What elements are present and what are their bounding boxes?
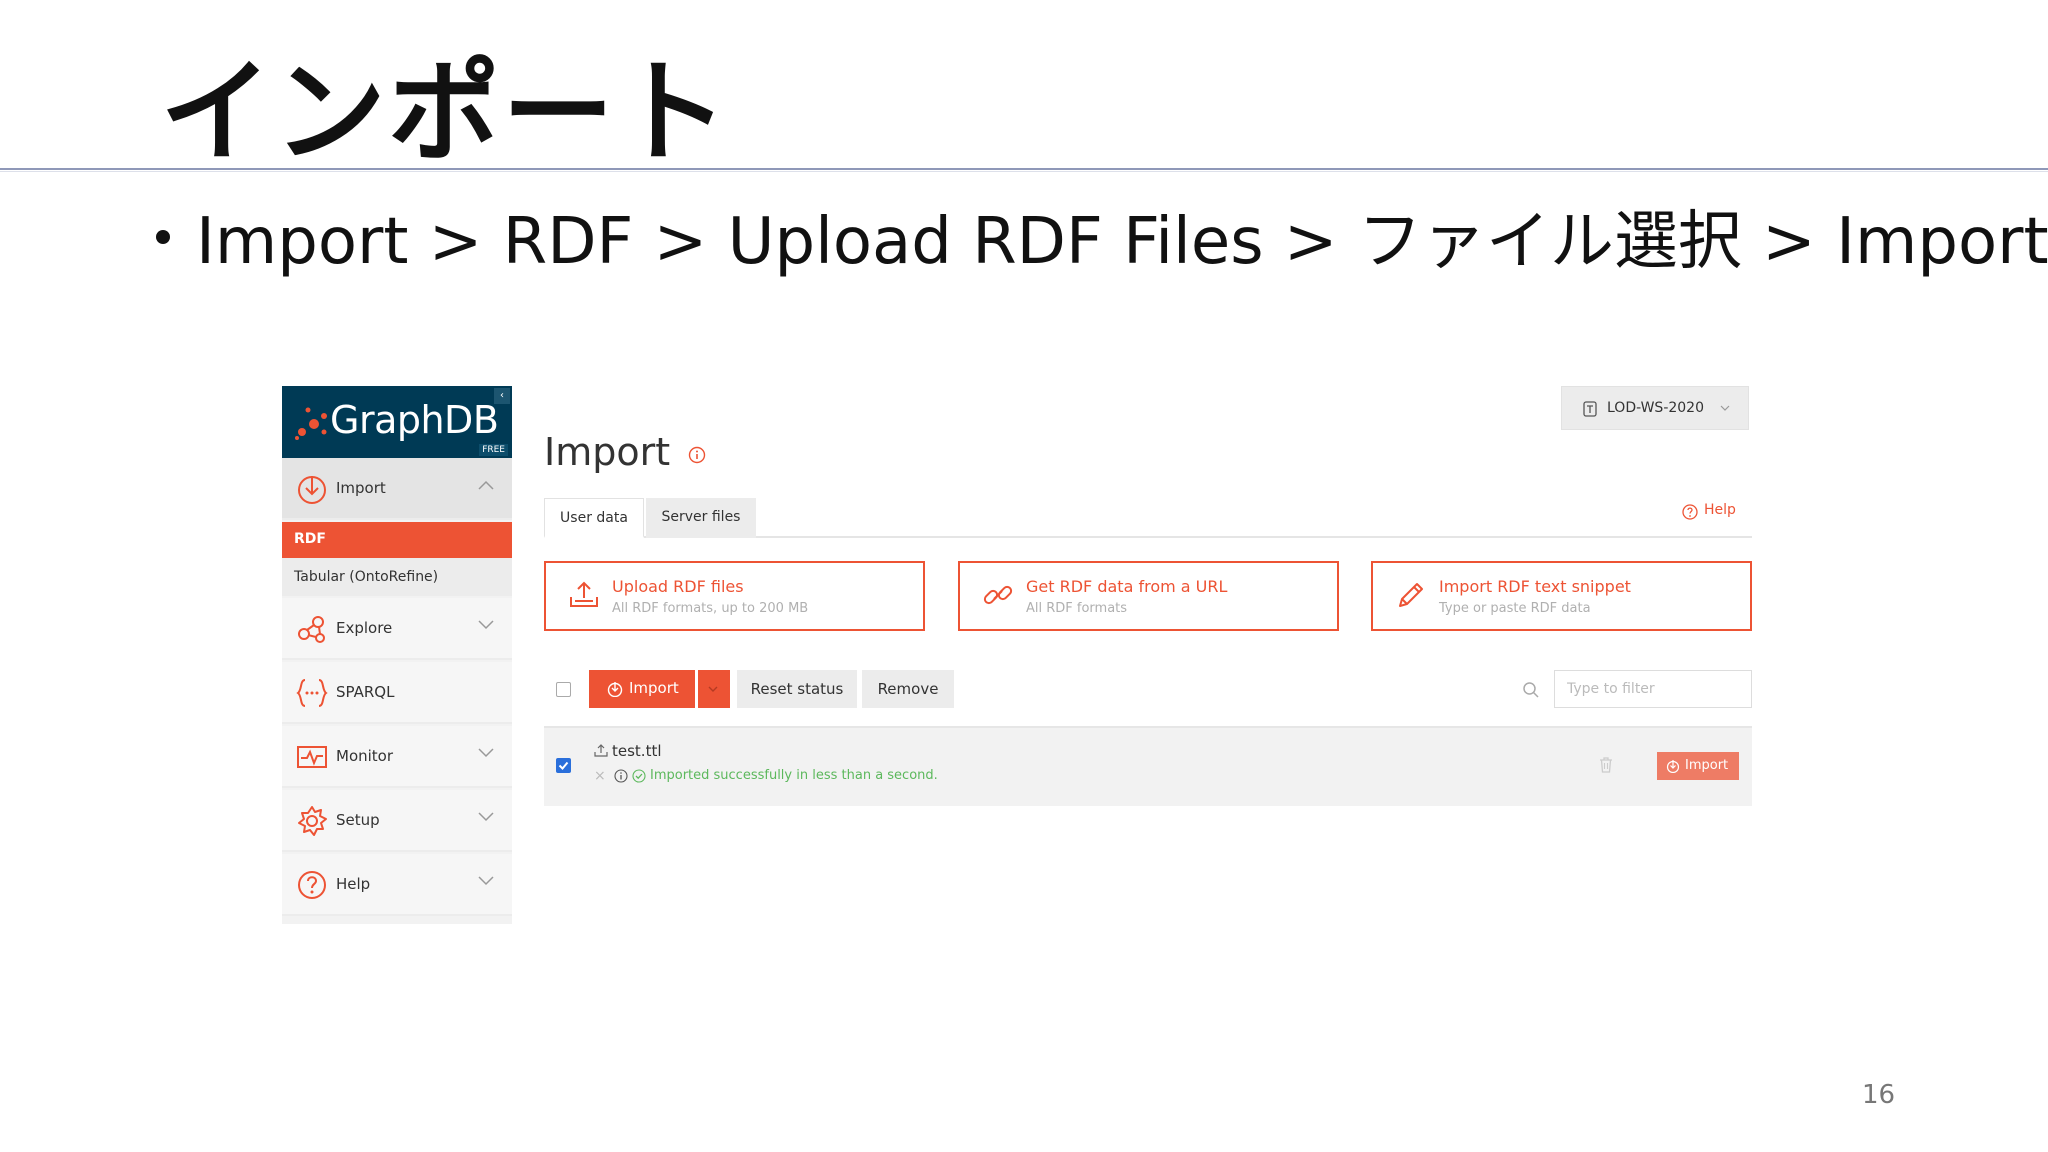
- reset-status-button[interactable]: Reset status: [737, 670, 857, 708]
- sidebar-item-label: Explore: [336, 619, 393, 637]
- file-status: × Imported successfully in less than a s…: [594, 768, 938, 784]
- slide-title: インポート: [160, 48, 730, 178]
- title-divider-shadow: [0, 171, 2048, 172]
- import-icon: [607, 682, 623, 697]
- card-subtitle: All RDF formats: [1026, 601, 1128, 616]
- file-row: test.ttl × Imported successfully in less…: [544, 726, 1752, 806]
- search-icon: [1523, 682, 1539, 698]
- sidebar-item-explore[interactable]: Explore: [282, 598, 512, 660]
- card-title: Upload RDF files: [612, 577, 744, 596]
- explore-icon: [298, 616, 325, 643]
- chevron-down-icon: [478, 812, 494, 822]
- sidebar-item-label: Monitor: [336, 747, 394, 765]
- chevron-down-icon: [1720, 405, 1730, 411]
- file-toolbar: Import Reset status Remove: [544, 670, 1752, 710]
- graphdb-screenshot: GraphDB FREE ‹ Import RDF Tabular (OntoR…: [282, 386, 1752, 926]
- help-icon: [298, 871, 326, 899]
- logo-free-badge: FREE: [479, 444, 508, 456]
- file-name: test.ttl: [594, 742, 662, 760]
- upload-rdf-files-card[interactable]: Upload RDF files All RDF formats, up to …: [544, 561, 925, 631]
- sidebar-item-label: Import: [336, 479, 386, 497]
- bullet-text: Import > RDF > Upload RDF Files > ファイル選択…: [196, 205, 2048, 279]
- logo-bar[interactable]: GraphDB FREE ‹: [282, 386, 512, 458]
- help-link-label: Help: [1704, 502, 1736, 518]
- title-divider: [0, 168, 2048, 170]
- card-subtitle: All RDF formats, up to 200 MB: [612, 601, 809, 616]
- card-subtitle: Type or paste RDF data: [1439, 601, 1591, 616]
- tab-user-data[interactable]: User data: [544, 498, 644, 538]
- sidebar-subitem-label: Tabular (OntoRefine): [294, 569, 439, 585]
- chevron-up-icon: [478, 480, 494, 490]
- bullet-dot: [156, 230, 170, 245]
- card-title: Import RDF text snippet: [1439, 577, 1631, 596]
- filter-input[interactable]: [1554, 670, 1752, 708]
- chevron-down-icon: [478, 748, 494, 758]
- sidebar-item-setup[interactable]: Setup: [282, 790, 512, 852]
- sidebar-item-monitor[interactable]: Monitor: [282, 726, 512, 788]
- question-icon: [1682, 504, 1698, 520]
- import-icon: [1666, 760, 1680, 773]
- import-icon: [298, 476, 326, 504]
- tab-server-files[interactable]: Server files: [646, 498, 756, 538]
- get-rdf-from-url-card[interactable]: Get RDF data from a URL All RDF formats: [958, 561, 1339, 631]
- file-name-text: test.ttl: [612, 742, 662, 760]
- sidebar-subitem-label: RDF: [294, 531, 326, 547]
- graphdb-logo-icon: [295, 407, 327, 440]
- sidebar-item-sparql[interactable]: SPARQL: [282, 662, 512, 724]
- page-title: Import: [544, 430, 671, 474]
- upload-icon: [570, 581, 598, 607]
- sidebar: GraphDB FREE ‹ Import RDF Tabular (OntoR…: [282, 386, 512, 924]
- select-all-checkbox[interactable]: [556, 682, 571, 697]
- bullet-item: Import > RDF > Upload RDF Files > ファイル選択…: [156, 190, 2048, 282]
- import-button[interactable]: Import: [589, 670, 695, 708]
- sidebar-subitem-rdf[interactable]: RDF: [282, 522, 512, 558]
- logo-text: GraphDB: [330, 398, 499, 442]
- remove-button[interactable]: Remove: [862, 670, 954, 708]
- link-icon: [983, 585, 1013, 605]
- trash-icon[interactable]: [1598, 756, 1614, 774]
- row-import-button[interactable]: Import: [1657, 752, 1739, 780]
- card-title: Get RDF data from a URL: [1026, 577, 1228, 596]
- file-status-text: Imported successfully in less than a sec…: [650, 768, 938, 783]
- pencil-icon: [1399, 583, 1423, 607]
- sidebar-item-label: Help: [336, 875, 371, 893]
- page-number: 16: [1862, 1080, 1896, 1110]
- check-icon: [558, 761, 569, 770]
- collapse-sidebar-button[interactable]: ‹: [494, 388, 510, 404]
- sidebar-item-label: Setup: [336, 811, 380, 829]
- repository-selector[interactable]: LOD-WS-2020: [1561, 386, 1749, 430]
- chevron-down-icon: [478, 876, 494, 886]
- sidebar-item-label: SPARQL: [336, 683, 395, 701]
- repository-name: LOD-WS-2020: [1607, 400, 1704, 416]
- help-link[interactable]: Help: [1682, 502, 1736, 520]
- upload-file-icon: [594, 744, 608, 757]
- repository-icon: [1583, 401, 1597, 417]
- info-icon[interactable]: [688, 446, 706, 464]
- sidebar-item-help[interactable]: Help: [282, 854, 512, 916]
- file-checkbox[interactable]: [556, 758, 571, 773]
- import-rdf-snippet-card[interactable]: Import RDF text snippet Type or paste RD…: [1371, 561, 1752, 631]
- close-icon[interactable]: ×: [594, 768, 606, 784]
- chevron-down-icon: [708, 686, 718, 692]
- import-button-label: Import: [629, 679, 679, 697]
- sidebar-item-import[interactable]: Import: [282, 458, 512, 520]
- sidebar-subitem-tabular[interactable]: Tabular (OntoRefine): [282, 558, 512, 596]
- info-icon[interactable]: [614, 769, 628, 783]
- success-check-icon: [632, 769, 646, 783]
- import-options-dropdown[interactable]: [698, 670, 730, 708]
- row-import-label: Import: [1685, 758, 1729, 773]
- main-content: LOD-WS-2020 Import User data Server file…: [544, 386, 1752, 926]
- chevron-down-icon: [478, 620, 494, 630]
- sparql-icon: [296, 679, 328, 707]
- gear-icon: [298, 806, 327, 836]
- monitor-icon: [297, 746, 327, 768]
